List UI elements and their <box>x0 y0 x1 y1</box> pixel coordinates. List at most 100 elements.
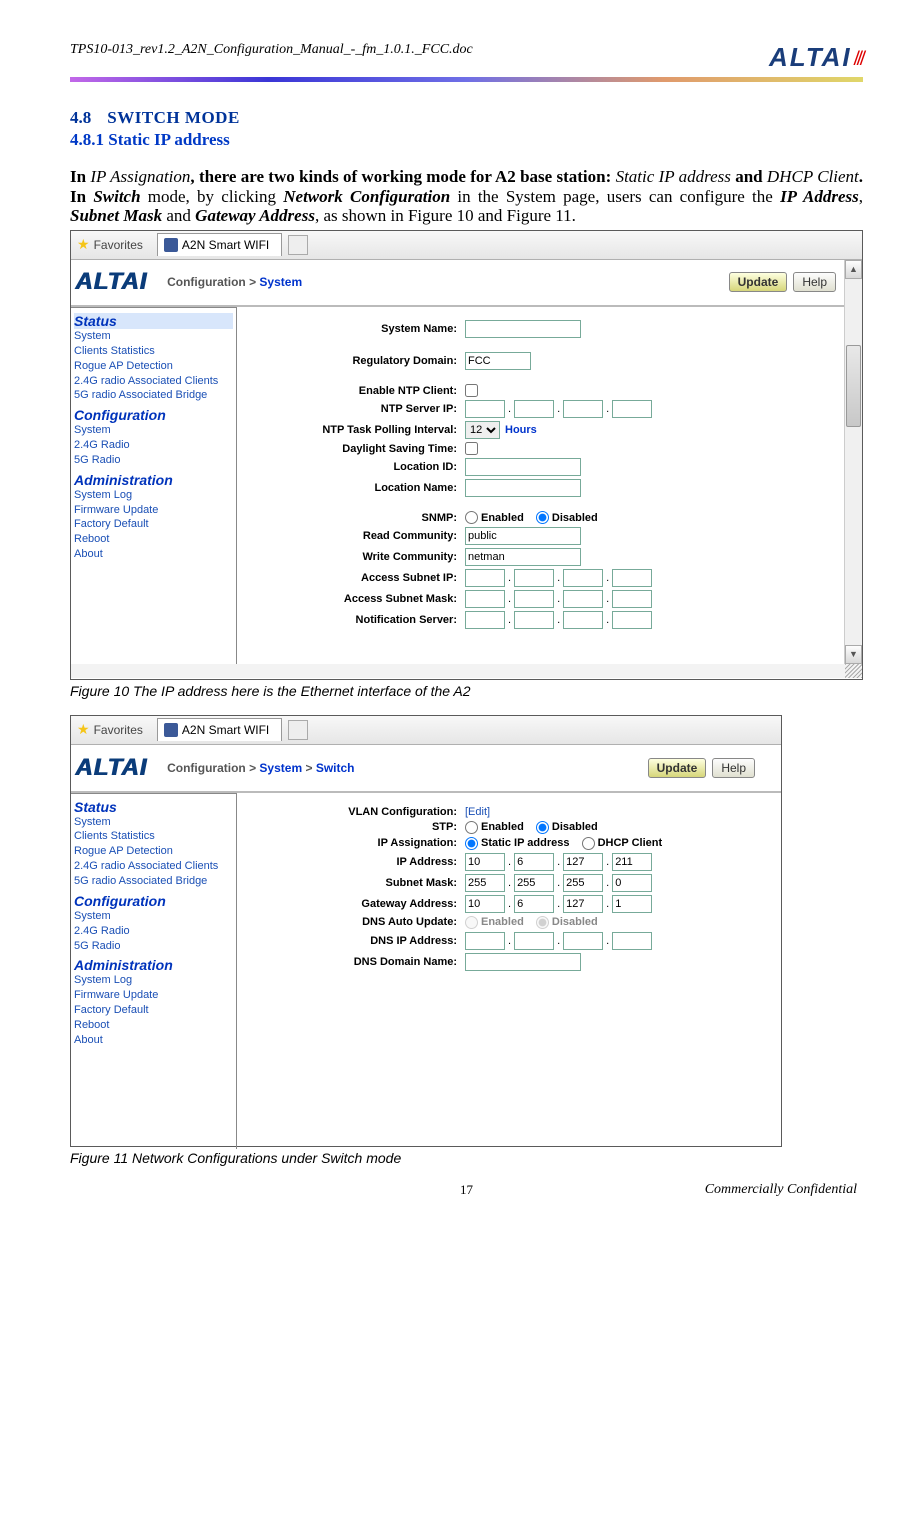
label-vlan: VLAN Configuration: <box>237 806 465 818</box>
new-tab-button[interactable] <box>288 720 308 740</box>
notif-octet[interactable] <box>514 611 554 629</box>
sidebar-head-config[interactable]: Configuration <box>74 407 233 423</box>
sidebar-link[interactable]: Clients Statistics <box>74 829 233 844</box>
sidebar-head-config[interactable]: Configuration <box>74 893 233 909</box>
write-community-input[interactable] <box>465 548 581 566</box>
access-mask-octet[interactable] <box>612 590 652 608</box>
dns-ip-octet[interactable] <box>514 932 554 950</box>
sidebar-link[interactable]: About <box>74 547 233 562</box>
gateway-octet[interactable] <box>514 895 554 913</box>
sidebar-link[interactable]: Reboot <box>74 532 233 547</box>
sidebar-link[interactable]: System <box>74 329 233 344</box>
sidebar-link[interactable]: Reboot <box>74 1018 233 1033</box>
dhcp-client-radio[interactable] <box>582 837 595 850</box>
access-ip-octet[interactable] <box>514 569 554 587</box>
sidebar-link[interactable]: 2.4G Radio <box>74 924 233 939</box>
sidebar-link[interactable]: Rogue AP Detection <box>74 359 233 374</box>
ntp-enable-checkbox[interactable] <box>465 384 478 397</box>
sidebar-link[interactable]: System <box>74 909 233 924</box>
ntp-ip-octet[interactable] <box>514 400 554 418</box>
update-button[interactable]: Update <box>648 758 707 778</box>
gateway-octet[interactable] <box>465 895 505 913</box>
help-button[interactable]: Help <box>793 272 836 292</box>
ip-octet[interactable] <box>465 853 505 871</box>
notif-octet[interactable] <box>563 611 603 629</box>
stp-enabled-radio[interactable] <box>465 821 478 834</box>
sidebar-link[interactable]: System <box>74 815 233 830</box>
dns-ip-octet[interactable] <box>465 932 505 950</box>
ntp-poll-select[interactable]: 12 <box>465 421 500 439</box>
vlan-edit-link[interactable]: [Edit] <box>465 806 490 818</box>
update-button[interactable]: Update <box>729 272 788 292</box>
vertical-scrollbar[interactable]: ▲ ▼ <box>844 260 862 664</box>
sidebar-head-status[interactable]: Status <box>74 799 233 815</box>
read-community-input[interactable] <box>465 527 581 545</box>
access-ip-octet[interactable] <box>563 569 603 587</box>
ntp-ip-octet[interactable] <box>563 400 603 418</box>
dns-ip-octet[interactable] <box>563 932 603 950</box>
sidebar-link[interactable]: About <box>74 1033 233 1048</box>
sidebar-link[interactable]: Rogue AP Detection <box>74 844 233 859</box>
help-button[interactable]: Help <box>712 758 755 778</box>
dst-checkbox[interactable] <box>465 442 478 455</box>
sidebar-link[interactable]: 5G radio Associated Bridge <box>74 874 233 889</box>
resize-grip-icon[interactable] <box>845 664 862 678</box>
sidebar-head-admin[interactable]: Administration <box>74 472 233 488</box>
sidebar-link[interactable]: 5G Radio <box>74 939 233 954</box>
sidebar-link[interactable]: Firmware Update <box>74 503 233 518</box>
access-ip-octet[interactable] <box>465 569 505 587</box>
browser-tab[interactable]: A2N Smart WIFI <box>157 718 282 741</box>
label-stp: STP: <box>237 821 465 833</box>
access-ip-octet[interactable] <box>612 569 652 587</box>
access-mask-octet[interactable] <box>514 590 554 608</box>
subnet-octet[interactable] <box>563 874 603 892</box>
dns-ip-octet[interactable] <box>612 932 652 950</box>
new-tab-button[interactable] <box>288 235 308 255</box>
system-name-input[interactable] <box>465 320 581 338</box>
sidebar-link[interactable]: Firmware Update <box>74 988 233 1003</box>
ip-octet[interactable] <box>612 853 652 871</box>
snmp-enabled-radio[interactable] <box>465 511 478 524</box>
stp-disabled-radio[interactable] <box>536 821 549 834</box>
subnet-octet[interactable] <box>612 874 652 892</box>
sidebar-link[interactable]: System <box>74 423 233 438</box>
static-ip-radio[interactable] <box>465 837 478 850</box>
ntp-ip-octet[interactable] <box>465 400 505 418</box>
subnet-octet[interactable] <box>465 874 505 892</box>
browser-tab[interactable]: A2N Smart WIFI <box>157 233 282 256</box>
sidebar-link[interactable]: System Log <box>74 488 233 503</box>
scroll-thumb[interactable] <box>846 345 861 428</box>
sidebar-link[interactable]: 5G radio Associated Bridge <box>74 388 233 403</box>
sidebar-link[interactable]: Factory Default <box>74 517 233 532</box>
sidebar-link[interactable]: Clients Statistics <box>74 344 233 359</box>
reg-domain-input[interactable] <box>465 352 531 370</box>
ip-octet[interactable] <box>514 853 554 871</box>
ntp-ip-octet[interactable] <box>612 400 652 418</box>
scroll-down-icon[interactable]: ▼ <box>845 645 862 664</box>
location-name-input[interactable] <box>465 479 581 497</box>
brand-logo: ALTAI/// <box>769 42 863 73</box>
favorites-star-icon: ★ <box>77 236 90 253</box>
sidebar-link[interactable]: Factory Default <box>74 1003 233 1018</box>
dns-domain-input[interactable] <box>465 953 581 971</box>
sidebar-link[interactable]: System Log <box>74 973 233 988</box>
sidebar-link[interactable]: 5G Radio <box>74 453 233 468</box>
label-snmp: SNMP: <box>237 512 465 524</box>
gateway-octet[interactable] <box>563 895 603 913</box>
sidebar-link[interactable]: 2.4G Radio <box>74 438 233 453</box>
sidebar-head-admin[interactable]: Administration <box>74 957 233 973</box>
snmp-disabled-radio[interactable] <box>536 511 549 524</box>
subnet-octet[interactable] <box>514 874 554 892</box>
sidebar-head-status[interactable]: Status <box>74 313 233 329</box>
label-reg-domain: Regulatory Domain: <box>237 355 465 367</box>
sidebar-link[interactable]: 2.4G radio Associated Clients <box>74 859 233 874</box>
gateway-octet[interactable] <box>612 895 652 913</box>
access-mask-octet[interactable] <box>563 590 603 608</box>
access-mask-octet[interactable] <box>465 590 505 608</box>
notif-octet[interactable] <box>612 611 652 629</box>
sidebar-link[interactable]: 2.4G radio Associated Clients <box>74 374 233 389</box>
scroll-up-icon[interactable]: ▲ <box>845 260 862 279</box>
notif-octet[interactable] <box>465 611 505 629</box>
location-id-input[interactable] <box>465 458 581 476</box>
ip-octet[interactable] <box>563 853 603 871</box>
